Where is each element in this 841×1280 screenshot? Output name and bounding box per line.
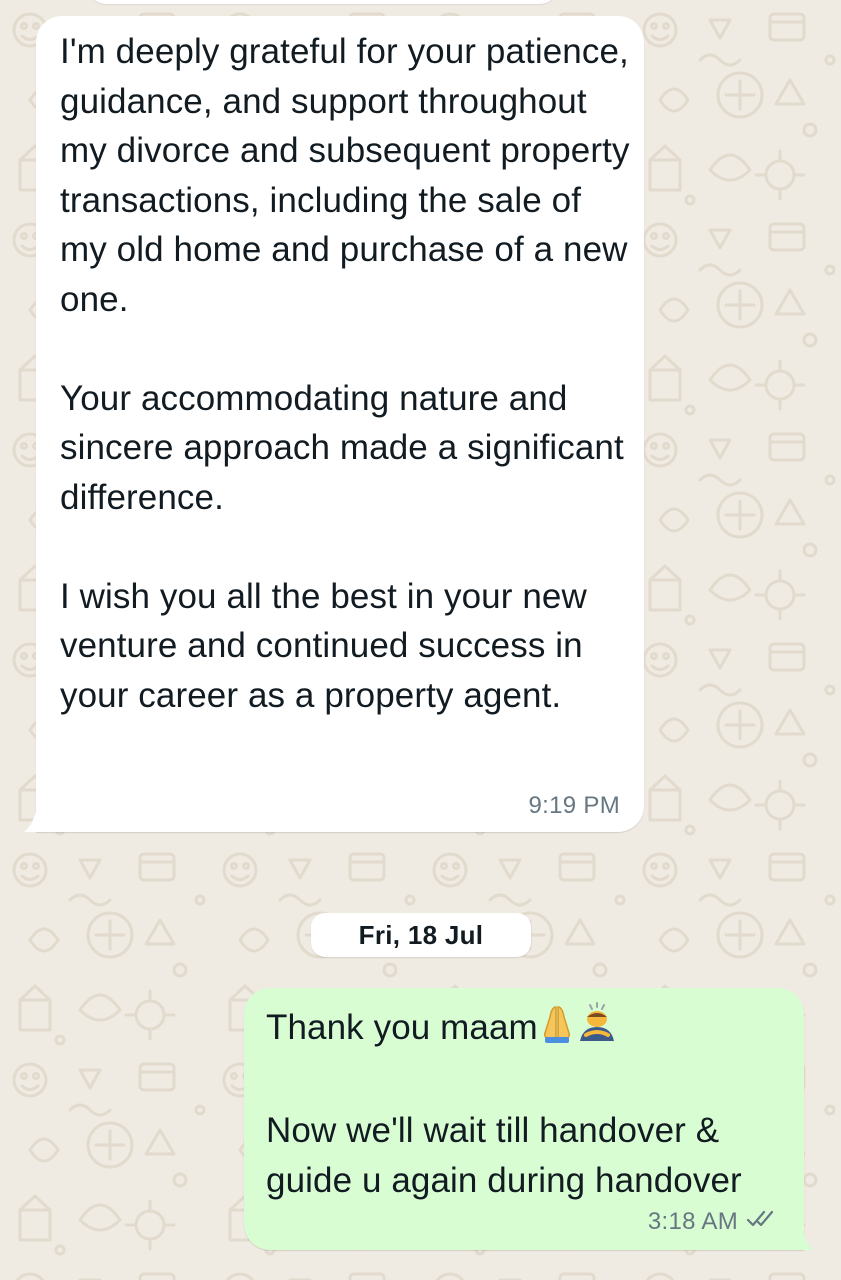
message-timestamp: 9:19 PM — [528, 792, 620, 819]
person-bowing-emoji — [576, 1001, 618, 1057]
chat-thread[interactable]: I'm deeply grateful for your patience, g… — [0, 0, 841, 1280]
double-check-icon — [746, 1208, 780, 1236]
message-text: Thank you maam Now we'll wait till hando… — [266, 1001, 796, 1205]
message-text-line: Thank you maam — [266, 1008, 538, 1047]
folded-hands-emoji — [539, 1003, 575, 1057]
incoming-bubble-tail — [24, 800, 42, 832]
date-separator: Fri, 18 Jul — [311, 913, 531, 957]
outgoing-message-bubble[interactable]: Thank you maam Now we'll wait till hando… — [244, 988, 804, 1250]
previous-message-bubble[interactable] — [88, 0, 558, 4]
message-text: I'm deeply grateful for your patience, g… — [60, 32, 630, 715]
message-meta: 3:18 AM — [648, 1208, 780, 1236]
incoming-message-bubble[interactable]: I'm deeply grateful for your patience, g… — [36, 16, 644, 832]
message-timestamp: 3:18 AM — [647, 1208, 738, 1235]
outgoing-bubble-tail — [796, 1218, 814, 1250]
message-text-rest: Now we'll wait till handover & guide u a… — [266, 1111, 742, 1200]
